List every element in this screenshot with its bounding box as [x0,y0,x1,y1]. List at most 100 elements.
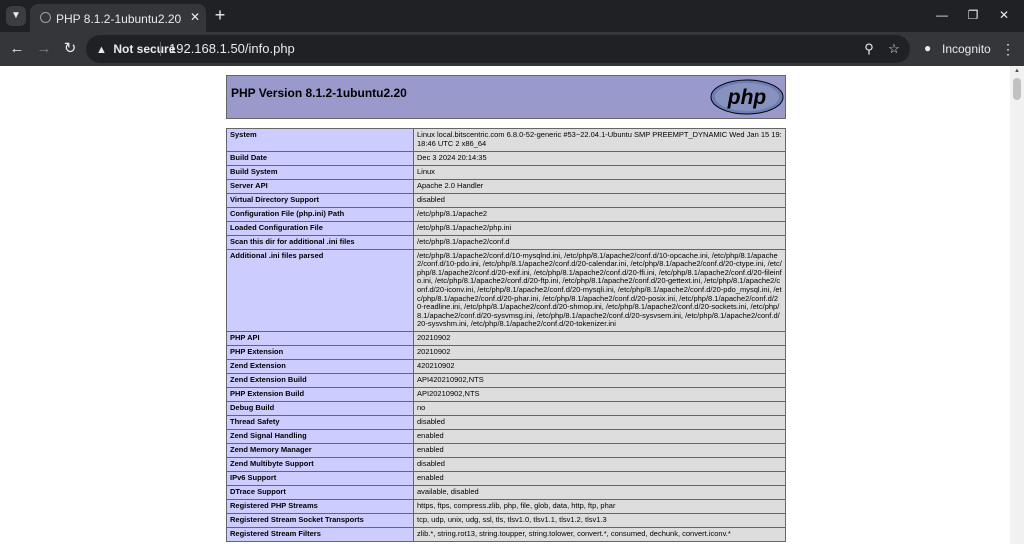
info-value: /etc/php/8.1/apache2 [413,206,786,222]
info-key: Registered PHP Streams [226,498,414,514]
info-key: PHP Extension [226,344,414,360]
warning-triangle-icon: ▲ [96,44,107,56]
info-value: Linux [413,164,786,180]
info-value: disabled [413,414,786,430]
info-key: Zend Extension [226,358,414,374]
info-key: IPv6 Support [226,470,414,486]
info-key: Scan this dir for additional .ini files [226,234,414,250]
info-value: API420210902,NTS [413,372,786,388]
info-value: API20210902,NTS [413,386,786,402]
page-scrollbar[interactable]: ▲ [1010,66,1024,544]
tab-close-icon[interactable]: ✕ [188,10,202,24]
info-value: Dec 3 2024 20:14:35 [413,150,786,166]
php-logo-text: php [727,86,767,109]
new-tab-plus-icon[interactable]: + [212,6,228,24]
zoom-magnifier-icon[interactable]: ⚲ [861,41,877,57]
reload-icon[interactable]: ↻ [61,40,79,58]
active-tab[interactable]: PHP 8.1.2-1ubuntu2.20 - phpinfo() ✕ [30,4,206,32]
info-row: Zend Extension 420210902 [226,358,786,374]
incognito-label: Incognito [942,42,991,56]
info-key: Build Date [226,150,414,166]
info-row: Registered PHP Streams https, ftps, compr… [226,498,786,514]
info-row: Virtual Directory Support disabled [226,192,786,208]
info-row: Build Date Dec 3 2024 20:14:35 [226,150,786,166]
page-viewport: PHP Version 8.1.2-1ubuntu2.20 php System… [0,66,1010,544]
info-value: /etc/php/8.1/apache2/php.ini [413,220,786,236]
info-value: available, disabled [413,484,786,500]
tab-title: PHP 8.1.2-1ubuntu2.20 - phpinfo() [56,12,184,26]
info-value: disabled [413,192,786,208]
info-row: Zend Memory Manager enabled [226,442,786,458]
info-value: 420210902 [413,358,786,374]
info-value: https, ftps, compress.zlib, php, file, g… [413,498,786,514]
info-value: disabled [413,456,786,472]
incognito-icon: ● [924,41,932,55]
info-key: Zend Signal Handling [226,428,414,444]
info-key: Loaded Configuration File [226,220,414,236]
info-row: Thread Safety disabled [226,414,786,430]
back-arrow-icon[interactable]: ← [8,40,26,58]
info-row: Configuration File (php.ini) Path/etc/ph… [226,206,786,222]
address-bar[interactable]: ▲ Not secure 192.168.1.50/info.php ⚲ ☆ [86,35,910,63]
tab-strip: ▼ PHP 8.1.2-1ubuntu2.20 - phpinfo() ✕ + … [0,0,1024,32]
incognito-chip[interactable]: ● Incognito [918,37,992,61]
info-row: Loaded Configuration File/etc/php/8.1/ap… [226,220,786,236]
tab-search-chevron-icon[interactable]: ▼ [6,6,26,26]
info-key: Registered Stream Socket Transports [226,512,414,528]
info-value: 20210902 [413,330,786,346]
info-row: PHP Extension 20210902 [226,344,786,360]
info-row: DTrace Support available, disabled [226,484,786,500]
info-row: Additional .ini files parsed/etc/php/8.1… [226,248,786,332]
info-row: Zend Multibyte Support disabled [226,456,786,472]
info-row: Server API Apache 2.0 Handler [226,178,786,194]
info-key: Thread Safety [226,414,414,430]
php-version-title: PHP Version 8.1.2-1ubuntu2.20 [231,86,407,100]
info-key: Virtual Directory Support [226,192,414,208]
info-value: /etc/php/8.1/apache2/conf.d/10-mysqlnd.i… [413,248,786,332]
window-close-icon[interactable]: ✕ [996,7,1012,23]
info-key: Zend Memory Manager [226,442,414,458]
info-key: Registered Stream Filters [226,526,414,542]
info-row: Zend Signal Handling enabled [226,428,786,444]
info-key: Server API [226,178,414,194]
info-key: PHP Extension Build [226,386,414,402]
php-info-table: System Linux local.bitscentric.com 6.8.0-… [226,128,786,542]
url-text[interactable]: 192.168.1.50/info.php [169,41,295,56]
info-key: Zend Extension Build [226,372,414,388]
info-value: Apache 2.0 Handler [413,178,786,194]
scrollbar-thumb[interactable] [1013,78,1021,100]
info-key: Configuration File (php.ini) Path [226,206,414,222]
scroll-up-arrow-icon[interactable]: ▲ [1013,68,1021,74]
bookmark-star-icon[interactable]: ☆ [886,41,902,57]
php-logo[interactable]: php [710,79,784,115]
restore-icon[interactable]: ❐ [965,7,981,23]
info-row: Scan this dir for additional .ini files /… [226,234,786,250]
globe-favicon-icon [40,12,51,23]
info-key: Debug Build [226,400,414,416]
info-row: Build System Linux [226,164,786,180]
info-value: enabled [413,442,786,458]
omnibox-divider [160,42,161,56]
info-key: DTrace Support [226,484,414,500]
security-label: Not secure [113,42,176,56]
info-row: PHP API 20210902 [226,330,786,346]
info-row: PHP Extension Build API20210902,NTS [226,386,786,402]
info-key: System [226,128,414,152]
info-key: Build System [226,164,414,180]
info-row: IPv6 Support enabled [226,470,786,486]
info-row: System Linux local.bitscentric.com 6.8.0-… [226,128,786,152]
more-menu-icon[interactable]: ⋮ [1000,40,1016,58]
info-value: no [413,400,786,416]
minimize-icon[interactable]: — [934,7,950,23]
forward-arrow-icon[interactable]: → [35,40,53,58]
info-value: Linux local.bitscentric.com 6.8.0-52-gen… [413,128,786,152]
info-key: Additional .ini files parsed [226,248,414,332]
info-value: 20210902 [413,344,786,360]
php-info-rows: System Linux local.bitscentric.com 6.8.0-… [226,128,786,542]
info-row: Zend Extension Build API420210902,NTS [226,372,786,388]
security-chip[interactable]: ▲ Not secure [96,42,175,56]
browser-toolbar: ← → ↻ ▲ Not secure 192.168.1.50/info.php… [0,32,1024,66]
info-value: enabled [413,428,786,444]
info-value: enabled [413,470,786,486]
php-version-header: PHP Version 8.1.2-1ubuntu2.20 php [226,75,786,119]
